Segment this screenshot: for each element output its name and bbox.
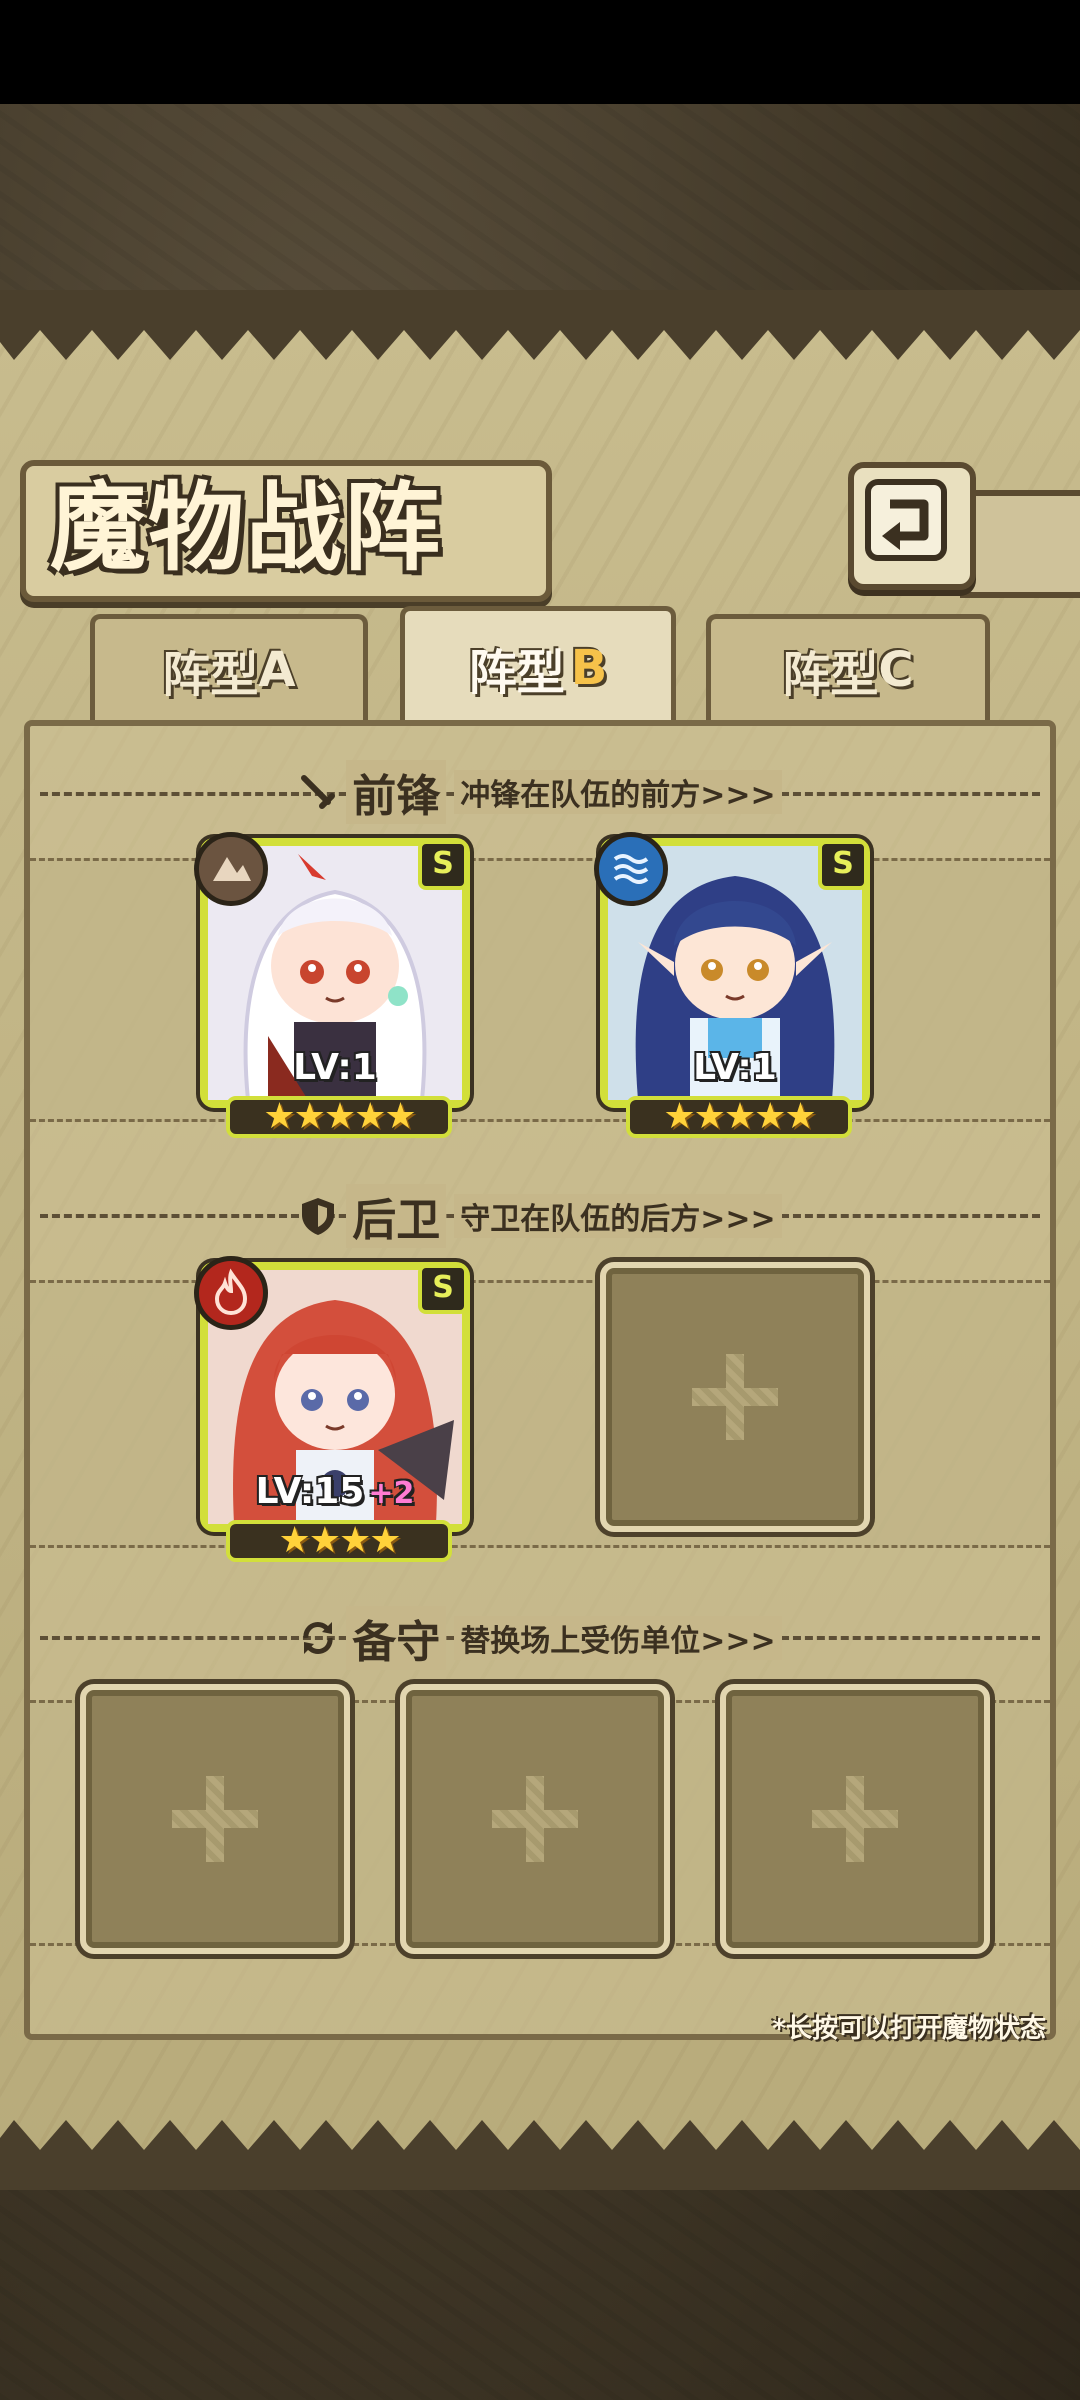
section-front: 前锋 冲锋在队伍的前方>>>	[0, 760, 1080, 824]
tab-label: 阵型	[468, 644, 565, 701]
tab-suffix: C	[878, 641, 914, 698]
status-bar	[0, 0, 1080, 104]
back-button[interactable]	[848, 462, 976, 590]
section-rear-desc: 守卫在队伍的后方>>>	[454, 1194, 782, 1238]
section-reserve-title: 备守	[346, 1606, 447, 1670]
reserve-slot[interactable]	[400, 1684, 670, 1954]
sawtooth-bottom	[0, 2120, 1080, 2190]
tab-formation-b[interactable]: 阵型 B	[400, 606, 676, 724]
tab-label: 阵型	[162, 646, 259, 703]
page-title: 魔物战阵	[50, 471, 442, 584]
section-rear: 后卫 守卫在队伍的后方>>>	[0, 1184, 1080, 1248]
unit-card[interactable]: S LV:1	[194, 832, 470, 1108]
tab-formation-a[interactable]: 阵型 A	[90, 614, 368, 720]
rear-row	[30, 1280, 1050, 1548]
tab-suffix: B	[570, 639, 608, 696]
unit-level: LV:1	[293, 1047, 377, 1088]
footnote-hint: *长按可以打开魔物状态	[772, 2014, 1046, 2044]
section-reserve-desc: 替换场上受伤单位>>>	[454, 1616, 782, 1660]
swap-icon	[303, 1622, 333, 1654]
sawtooth-top	[0, 290, 1080, 360]
section-rear-title: 后卫	[346, 1184, 447, 1248]
rank-badge: S	[418, 1264, 468, 1314]
earth-element-icon	[194, 832, 268, 906]
tab-formation-c[interactable]: 阵型 C	[706, 614, 990, 720]
unit-level: LV:1	[693, 1047, 777, 1088]
front-row	[30, 858, 1050, 1122]
fire-element-icon	[194, 1256, 268, 1330]
unit-level: LV:15 +2	[255, 1471, 415, 1512]
tab-label: 阵型	[782, 646, 879, 703]
star-rating: ★★★★★	[226, 1096, 452, 1138]
star-rating: ★★★★★	[626, 1096, 852, 1138]
section-front-desc: 冲锋在队伍的前方>>>	[454, 770, 782, 814]
section-reserve: 备守 替换场上受伤单位>>>	[0, 1606, 1080, 1670]
reserve-slot[interactable]	[720, 1684, 990, 1954]
empty-slot[interactable]	[600, 1262, 870, 1532]
unit-card[interactable]: S LV:15 +2	[194, 1256, 470, 1532]
tab-suffix: A	[258, 641, 296, 698]
unit-card[interactable]: S LV:1	[594, 832, 870, 1108]
rank-badge: S	[418, 840, 468, 890]
level-bonus: +2	[368, 1476, 415, 1511]
star-rating: ★★★★	[226, 1520, 452, 1562]
shield-icon	[302, 1198, 335, 1235]
section-front-title: 前锋	[346, 760, 447, 824]
water-element-icon	[594, 832, 668, 906]
reserve-slot[interactable]	[80, 1684, 350, 1954]
return-arrow-icon	[865, 479, 947, 561]
rank-badge: S	[818, 840, 868, 890]
back-rail	[960, 490, 1080, 598]
sword-icon	[301, 775, 336, 809]
